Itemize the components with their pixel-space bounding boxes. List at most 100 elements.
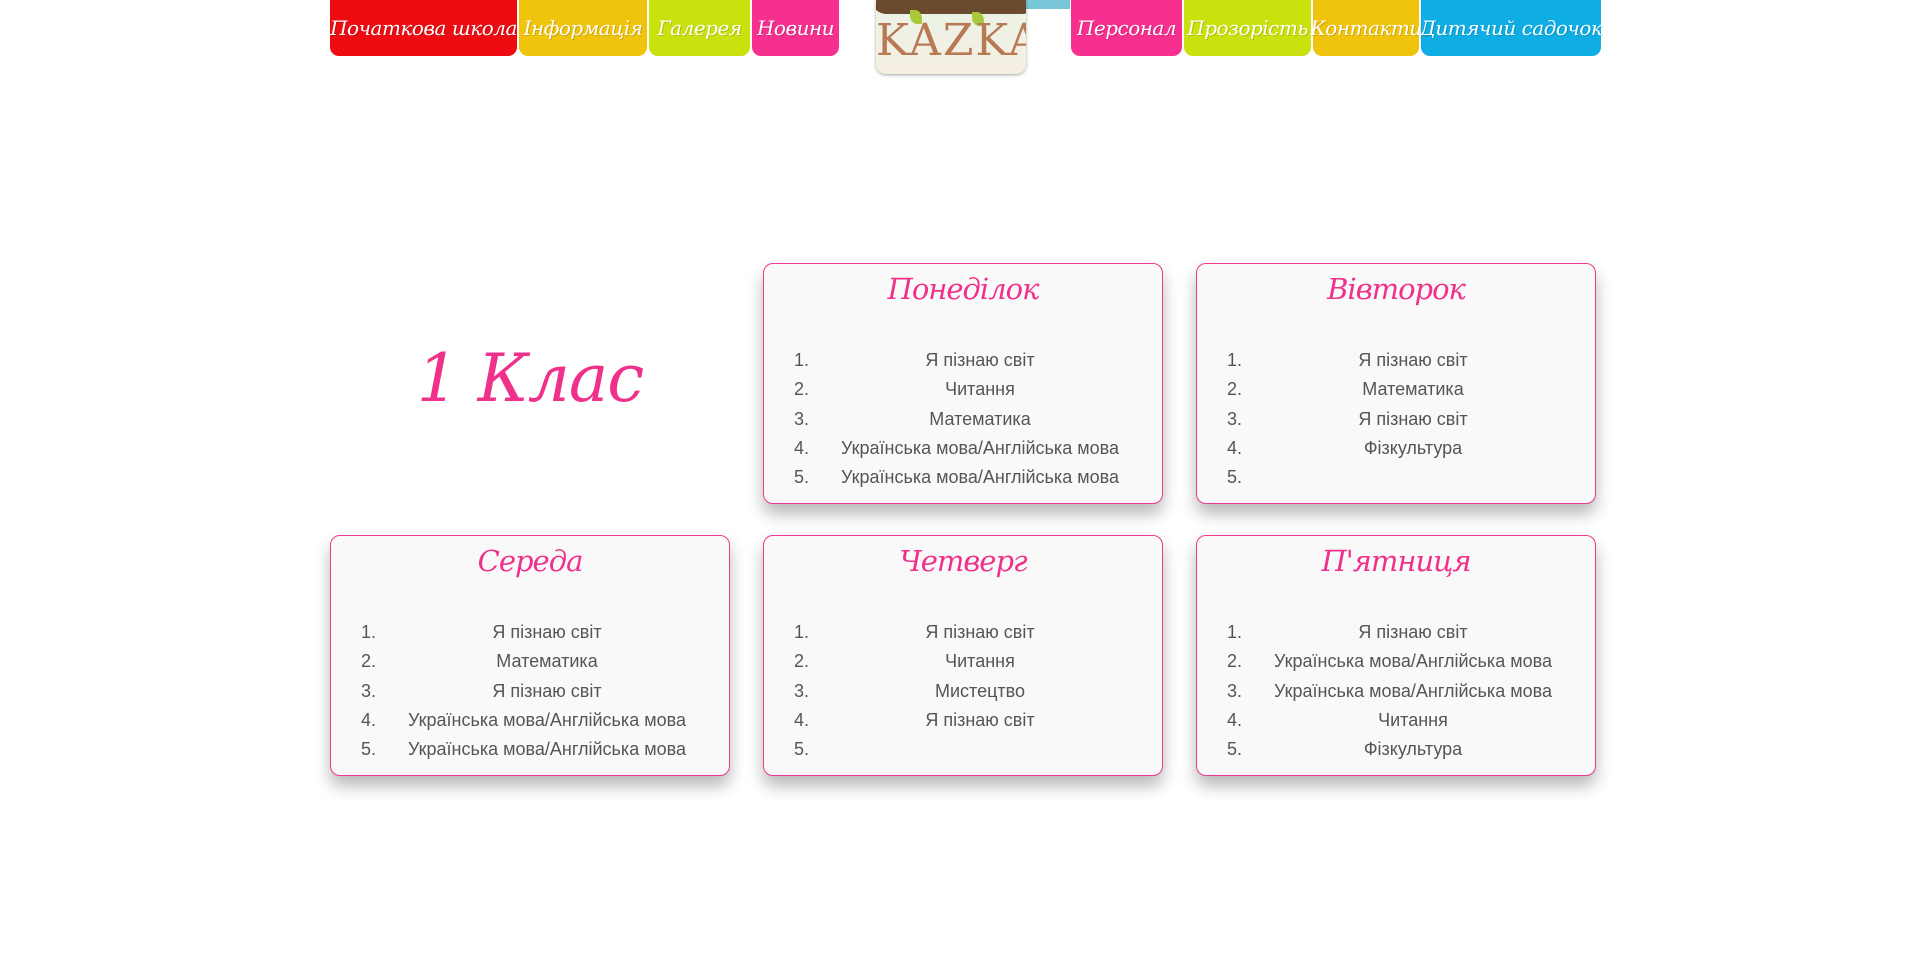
site-logo[interactable]: KAZKA — [876, 0, 1026, 74]
nav-item-news[interactable]: Новини — [752, 0, 839, 56]
lesson-name: Фізкультура — [1363, 437, 1463, 458]
lesson-number: 1. — [361, 622, 377, 642]
lesson-item: 4. Українська мова/Англійська мова — [349, 706, 715, 735]
nav-item-staff[interactable]: Персонал — [1071, 0, 1182, 56]
lesson-number: 5. — [1227, 739, 1243, 760]
day-title: Четверг — [899, 544, 1027, 578]
lesson-list: 1. Я пізнаю світ 2. Читання 3. Математика 4… — [782, 346, 1148, 492]
lesson-number: 3. — [794, 680, 810, 701]
lesson-number: 4. — [794, 437, 810, 458]
lesson-list: 1. Я пізнаю світ 2. Математика 3. Я пізнаю … — [1215, 346, 1581, 492]
lesson-name: Фізкультура — [1363, 739, 1463, 760]
lesson-item: 1. Я пізнаю світ — [1215, 346, 1581, 375]
lesson-number: 4. — [1227, 709, 1243, 730]
lesson-list: 1. Я пізнаю світ 2. Українська мова/Англій… — [1215, 618, 1581, 764]
lesson-name: Я пізнаю світ — [1358, 408, 1468, 429]
lesson-name: Я пізнаю світ — [492, 680, 602, 701]
lesson-item: 2. Математика — [349, 647, 715, 676]
lesson-item: 2. Українська мова/Англійська мова — [1215, 647, 1581, 676]
lesson-name: Мистецтво — [934, 680, 1026, 701]
logo-accent-strip — [1026, 0, 1070, 9]
day-title: Середа — [477, 544, 584, 578]
day-title: П'ятниця — [1321, 544, 1471, 578]
lesson-number: 4. — [361, 709, 377, 730]
lesson-item: 3. Я пізнаю світ — [349, 677, 715, 706]
lesson-number: 2. — [794, 379, 810, 400]
lesson-name: Українська мова/Англійська мова — [841, 437, 1119, 458]
logo-text: KAZKA — [876, 15, 1026, 66]
lesson-item: 5. Фізкультура — [1215, 735, 1581, 764]
day-card-friday: П'ятниця 1. Я пізнаю світ 2. Українська мо… — [1196, 535, 1596, 776]
lesson-item: 1. Я пізнаю світ — [1215, 618, 1581, 647]
lesson-number: 2. — [1227, 651, 1243, 672]
lesson-number: 2. — [1227, 379, 1243, 400]
nav-item-kindergarten[interactable]: Дитячий садочок — [1420, 0, 1603, 56]
lesson-item: 2. Математика — [1215, 375, 1581, 404]
lesson-number: 1. — [1227, 622, 1243, 642]
day-card-tuesday: Вівторок 1. Я пізнаю світ 2. Математика 3.… — [1196, 263, 1596, 504]
class-title: 1 Клас — [416, 340, 644, 417]
lesson-name: Я пізнаю світ — [492, 622, 602, 642]
lesson-name: Українська мова/Англійська мова — [1274, 651, 1552, 672]
lesson-name: Я пізнаю світ — [1358, 622, 1468, 642]
lesson-name: Українська мова/Англійська мова — [841, 467, 1119, 488]
lesson-number: 5. — [361, 739, 377, 760]
lesson-item: 3. Мистецтво — [782, 677, 1148, 706]
lesson-item: 5. — [782, 735, 1148, 764]
lesson-number: 2. — [794, 651, 810, 672]
lesson-name: Математика — [929, 408, 1031, 429]
lesson-number: 4. — [794, 709, 810, 730]
lesson-item: 2. Читання — [782, 647, 1148, 676]
lesson-item: 2. Читання — [782, 375, 1148, 404]
nav-item-information[interactable]: Інформація — [519, 0, 647, 56]
lesson-number: 3. — [1227, 408, 1243, 429]
nav-item-gallery[interactable]: Галерея — [649, 0, 750, 56]
lesson-item: 1. Я пізнаю світ — [349, 618, 715, 647]
day-card-thursday: Четверг 1. Я пізнаю світ 2. Читання 3. Мист… — [763, 535, 1163, 776]
nav-item-transparency[interactable]: Прозорість — [1184, 0, 1311, 56]
logo-branch-icon — [876, 0, 1026, 14]
lesson-item: 1. Я пізнаю світ — [782, 346, 1148, 375]
lesson-number: 1. — [794, 350, 810, 370]
lesson-list: 1. Я пізнаю світ 2. Читання 3. Мистецтво 4.… — [782, 618, 1148, 764]
lesson-item: 4. Фізкультура — [1215, 434, 1581, 463]
nav-item-primary-school[interactable]: Початкова школа — [330, 0, 517, 56]
lesson-list: 1. Я пізнаю світ 2. Математика 3. Я пізнаю … — [349, 618, 715, 764]
lesson-item: 1. Я пізнаю світ — [782, 618, 1148, 647]
lesson-number: 2. — [361, 651, 377, 672]
lesson-number: 4. — [1227, 437, 1243, 458]
lesson-name: Українська мова/Англійська мова — [408, 739, 686, 760]
lesson-number: 3. — [361, 680, 377, 701]
lesson-item: 5. — [1215, 463, 1581, 492]
lesson-number: 5. — [1227, 467, 1243, 488]
lesson-number: 3. — [794, 408, 810, 429]
day-title: Вівторок — [1327, 272, 1466, 306]
lesson-item: 5. Українська мова/Англійська мова — [349, 735, 715, 764]
lesson-number: 1. — [1227, 350, 1243, 370]
lesson-name: Я пізнаю світ — [925, 350, 1035, 370]
lesson-name: Я пізнаю світ — [925, 709, 1035, 730]
lesson-item: 4. Українська мова/Англійська мова — [782, 434, 1148, 463]
lesson-name: Математика — [496, 651, 598, 672]
day-card-wednesday: Середа 1. Я пізнаю світ 2. Математика 3. Я … — [330, 535, 730, 776]
lesson-number: 1. — [794, 622, 810, 642]
lesson-number: 3. — [1227, 680, 1243, 701]
lesson-name: Українська мова/Англійська мова — [408, 709, 686, 730]
lesson-item: 3. Українська мова/Англійська мова — [1215, 677, 1581, 706]
lesson-name: Я пізнаю світ — [1358, 350, 1468, 370]
lesson-number: 5. — [794, 739, 810, 760]
lesson-item: 5. Українська мова/Англійська мова — [782, 463, 1148, 492]
top-navigation: Початкова школа Інформація Галерея Новин… — [0, 0, 1905, 80]
page: Початкова школа Інформація Галерея Новин… — [0, 0, 1905, 966]
nav-item-contacts[interactable]: Контакти — [1310, 0, 1422, 56]
lesson-item: 3. Я пізнаю світ — [1215, 405, 1581, 434]
lesson-item: 3. Математика — [782, 405, 1148, 434]
lesson-item: 4. Читання — [1215, 706, 1581, 735]
lesson-name: Українська мова/Англійська мова — [1274, 680, 1552, 701]
day-title: Понеділок — [887, 272, 1040, 306]
day-card-monday: Понеділок 1. Я пізнаю світ 2. Читання 3. Ма… — [763, 263, 1163, 504]
lesson-name: Я пізнаю світ — [925, 622, 1035, 642]
lesson-name: Читання — [945, 379, 1015, 400]
lesson-item: 4. Я пізнаю світ — [782, 706, 1148, 735]
lesson-name: Читання — [1378, 709, 1448, 730]
